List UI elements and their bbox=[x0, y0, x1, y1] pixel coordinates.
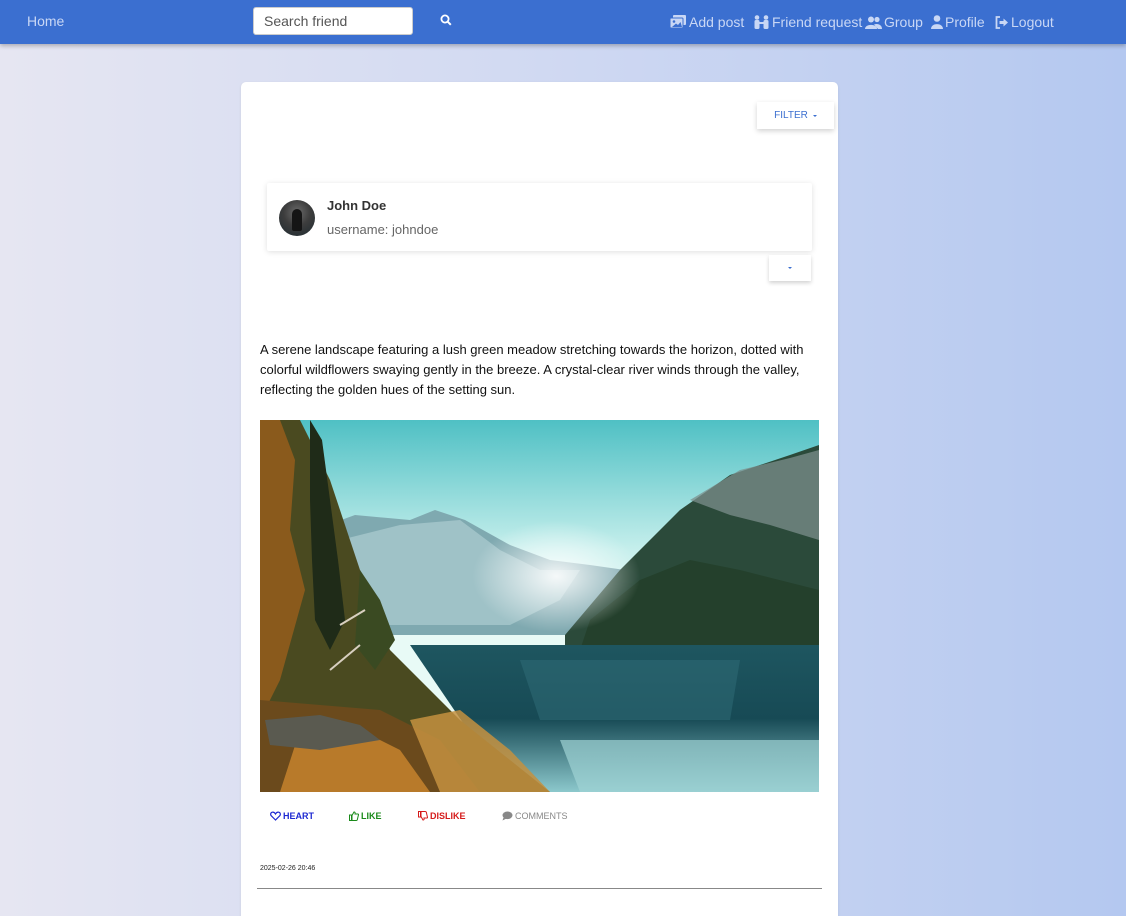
feed-card: FILTER John Doe username: johndoe A sere… bbox=[241, 82, 838, 916]
like-label: LIKE bbox=[361, 811, 382, 821]
nav-group-label: Group bbox=[884, 14, 923, 30]
search-friend-input[interactable] bbox=[253, 7, 413, 35]
heart-label: HEART bbox=[283, 811, 314, 821]
post-options-button[interactable] bbox=[769, 255, 811, 281]
post-divider bbox=[257, 888, 822, 889]
avatar[interactable] bbox=[279, 200, 315, 236]
post-author-card[interactable]: John Doe username: johndoe bbox=[267, 183, 812, 251]
comments-button[interactable]: COMMENTS bbox=[502, 811, 568, 821]
search-icon bbox=[440, 14, 452, 26]
post-timestamp: 2025-02-26 20:46 bbox=[260, 865, 316, 872]
filter-dropdown-button[interactable]: FILTER bbox=[757, 102, 834, 129]
nav-group-link[interactable]: Group bbox=[865, 12, 923, 32]
dislike-label: DISLIKE bbox=[430, 811, 466, 821]
heart-button[interactable]: HEART bbox=[270, 811, 314, 821]
nav-add-post-link[interactable]: Add post bbox=[669, 12, 744, 32]
nav-home-link[interactable]: Home bbox=[27, 13, 64, 29]
comment-icon bbox=[502, 811, 513, 821]
user-icon bbox=[931, 15, 943, 29]
friend-request-icon bbox=[754, 15, 769, 29]
thumbs-up-icon bbox=[349, 811, 359, 821]
nav-add-post-label: Add post bbox=[689, 14, 745, 30]
post-image bbox=[260, 420, 819, 792]
heart-icon bbox=[270, 811, 281, 821]
like-button[interactable]: LIKE bbox=[349, 811, 382, 821]
group-icon bbox=[865, 16, 882, 29]
search-button[interactable] bbox=[436, 11, 456, 31]
nav-profile-label: Profile bbox=[945, 14, 985, 30]
logout-icon bbox=[995, 15, 1008, 29]
nav-friend-request-label: Friend request bbox=[772, 14, 863, 30]
dislike-button[interactable]: DISLIKE bbox=[418, 811, 466, 821]
nav-logout-link[interactable]: Logout bbox=[995, 12, 1054, 32]
chevron-down-icon bbox=[788, 267, 792, 269]
nav-friend-request-link[interactable]: Friend request bbox=[753, 12, 862, 32]
post-text: A serene landscape featuring a lush gree… bbox=[260, 342, 804, 397]
chevron-down-icon bbox=[812, 114, 817, 117]
add-post-icon bbox=[669, 15, 686, 29]
author-username: username: johndoe bbox=[327, 222, 439, 237]
nav-profile-link[interactable]: Profile bbox=[931, 12, 985, 32]
nav-logout-label: Logout bbox=[1011, 14, 1054, 30]
thumbs-down-icon bbox=[418, 811, 428, 821]
landscape-image bbox=[260, 420, 819, 792]
author-name: John Doe bbox=[327, 198, 387, 213]
comments-label: COMMENTS bbox=[515, 811, 568, 821]
top-navbar: Home Add post Friend request bbox=[0, 0, 1126, 44]
filter-label: FILTER bbox=[774, 110, 808, 121]
